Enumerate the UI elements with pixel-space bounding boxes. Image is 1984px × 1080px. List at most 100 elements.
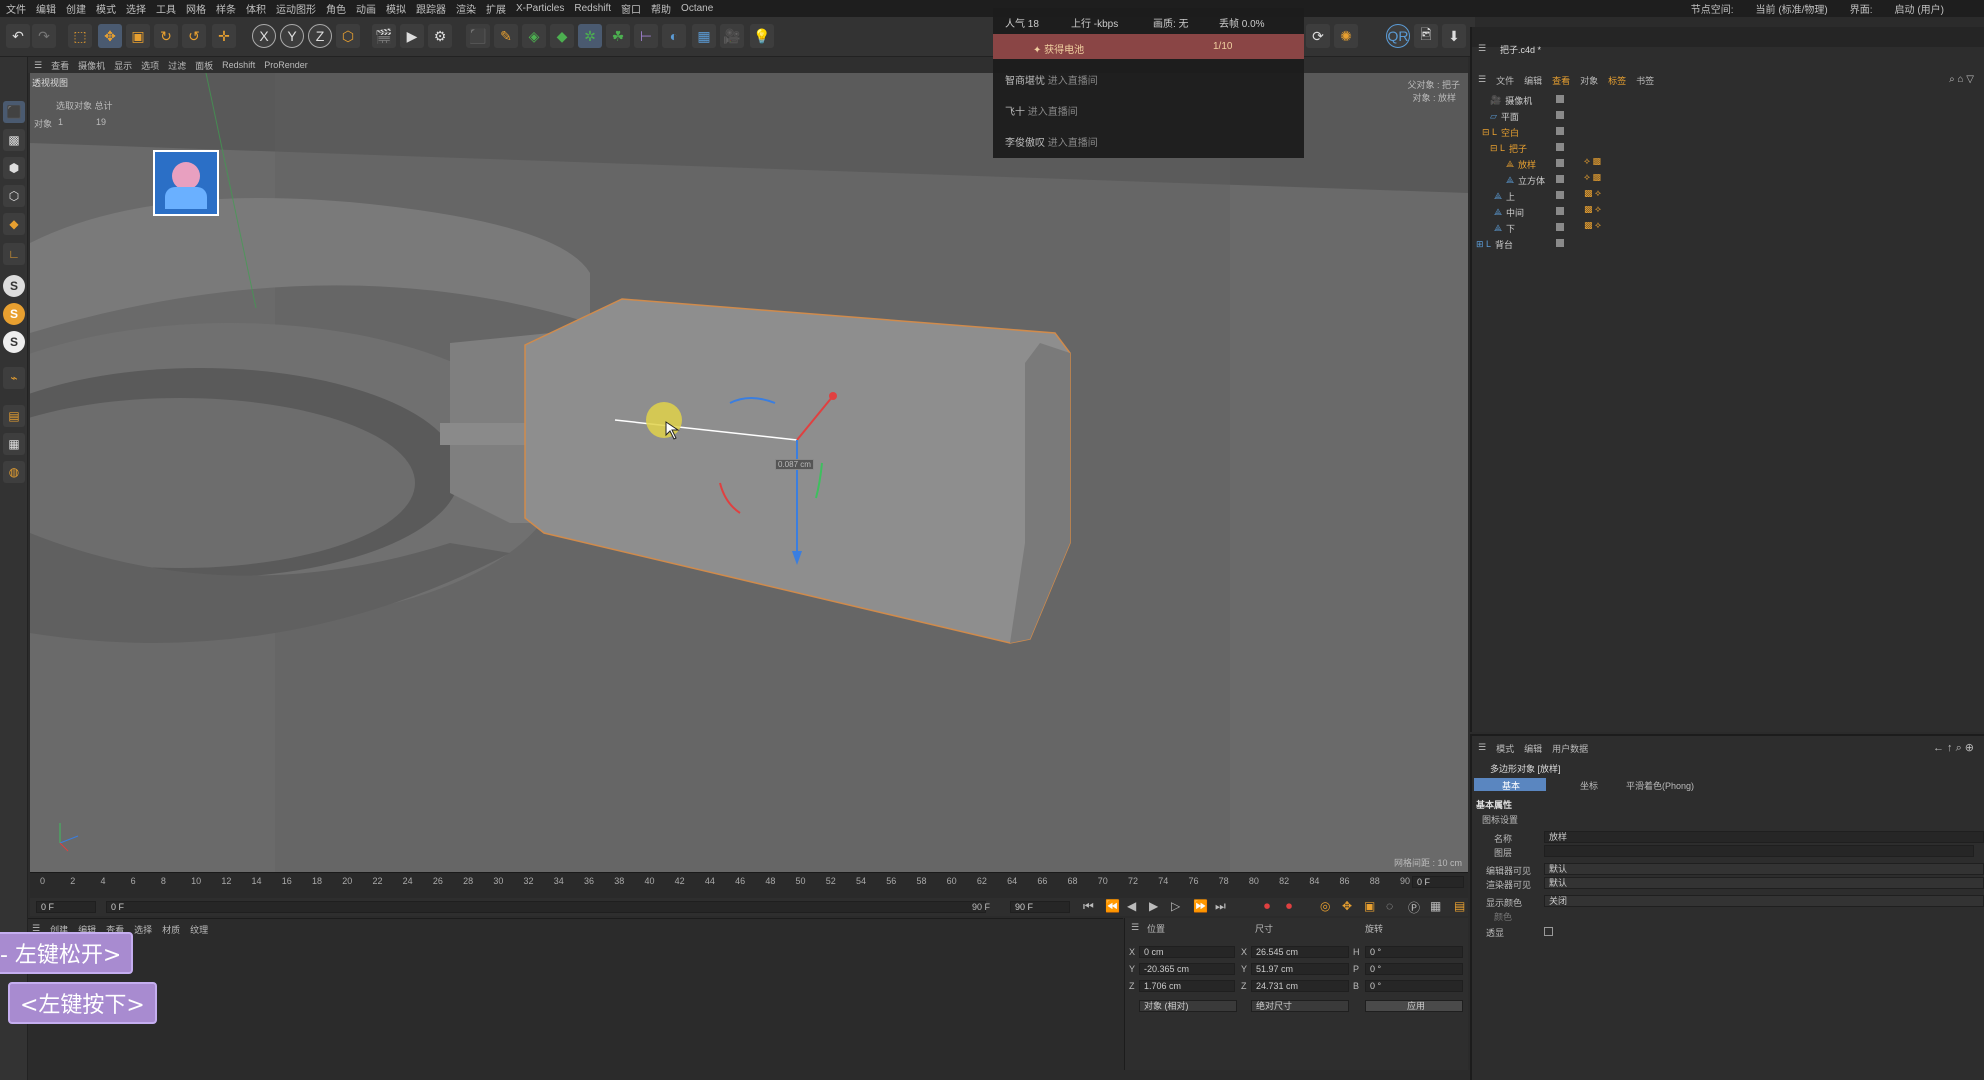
menu-item-simulate[interactable]: 模拟: [386, 1, 406, 16]
menu-item-tools[interactable]: 工具: [156, 1, 176, 16]
prev-key-icon[interactable]: ⏪: [1105, 899, 1120, 913]
render-view-icon[interactable]: ▶: [400, 24, 424, 48]
position-y-field[interactable]: -20.365 cm: [1139, 963, 1235, 975]
visibility-toggle[interactable]: [1556, 191, 1564, 199]
viewport-menu-camera[interactable]: 摄像机: [78, 59, 105, 72]
render-settings-icon[interactable]: ⚙: [428, 24, 452, 48]
menu-item-tracker[interactable]: 跟踪器: [416, 1, 446, 16]
viewport-menu-redshift[interactable]: Redshift: [222, 60, 255, 70]
size-z-field[interactable]: 24.731 cm: [1251, 980, 1349, 992]
light-icon[interactable]: 💡: [750, 24, 774, 48]
end-frame-field[interactable]: 90 F: [1010, 901, 1070, 913]
attr-tab-mode[interactable]: 模式: [1496, 742, 1514, 755]
camera-icon[interactable]: 🎥: [720, 24, 744, 48]
solo-icon[interactable]: S: [3, 275, 25, 297]
apply-button[interactable]: 应用: [1365, 1000, 1463, 1012]
generator-icon[interactable]: ◆: [550, 24, 574, 48]
pen-icon[interactable]: ✎: [494, 24, 518, 48]
effector-icon[interactable]: ◐: [662, 24, 686, 48]
keyframe-selection-icon[interactable]: ◎: [1320, 899, 1330, 913]
tree-item-top[interactable]: ⟁ 上: [1494, 189, 1515, 203]
polygon-mode-icon[interactable]: ◆: [3, 213, 25, 235]
perspective-viewport[interactable]: 透视视图 选取对象 总计 对象 1 19 父对象 : 把子 对象 : 放样 0.…: [30, 73, 1468, 872]
viewport-menu-panel[interactable]: 面板: [195, 59, 213, 72]
magnet-icon[interactable]: ⌁: [3, 367, 25, 389]
subdivision-icon[interactable]: ◈: [522, 24, 546, 48]
texture-mode-icon[interactable]: ▩: [3, 129, 25, 151]
axis-mode-icon[interactable]: ∟: [3, 243, 25, 265]
menu-item-animate[interactable]: 动画: [356, 1, 376, 16]
qr-icon[interactable]: QR: [1386, 24, 1410, 48]
visibility-toggle[interactable]: [1556, 127, 1564, 135]
display-color-select[interactable]: 关闭: [1544, 895, 1984, 907]
hamburger-icon[interactable]: ☰: [1478, 43, 1486, 54]
menu-item-mesh[interactable]: 网格: [186, 1, 206, 16]
objmgr-tab-bookmark[interactable]: 书签: [1636, 74, 1654, 87]
create-tool-icon[interactable]: ✛: [212, 24, 236, 48]
transparent-checkbox[interactable]: [1544, 927, 1553, 936]
nav-arrows-icon[interactable]: ← ↑ ⌕ ⊕: [1933, 741, 1974, 755]
menu-item-volume[interactable]: 体积: [246, 1, 266, 16]
move-tool-icon[interactable]: ✥: [98, 24, 122, 48]
hamburger-icon[interactable]: ☰: [1478, 742, 1486, 755]
layer-field[interactable]: [1544, 845, 1974, 857]
tree-item-camera[interactable]: 🎥 摄像机: [1490, 93, 1532, 107]
icon-settings-toggle[interactable]: 图标设置: [1482, 813, 1518, 826]
objmgr-tab-edit[interactable]: 编辑: [1524, 74, 1542, 87]
redo-icon[interactable]: ↷: [32, 24, 56, 48]
point-mode-icon[interactable]: ⬢: [3, 157, 25, 179]
menu-item-edit[interactable]: 编辑: [36, 1, 56, 16]
redshift-refresh-icon[interactable]: ⟳: [1306, 24, 1330, 48]
menu-item-file[interactable]: 文件: [6, 1, 26, 16]
tree-item-plane[interactable]: ▱ 平面: [1490, 109, 1519, 123]
tree-item-bottom[interactable]: ⟁ 下: [1494, 221, 1515, 235]
mat-tab-material[interactable]: 材质: [162, 923, 180, 936]
hamburger-icon[interactable]: ☰: [1131, 922, 1139, 933]
frame-range-slider[interactable]: 0 F: [106, 901, 986, 913]
start-frame-field[interactable]: 0 F: [36, 901, 96, 913]
tree-item-handle[interactable]: ⊟ L 把子: [1490, 141, 1527, 155]
param-key-icon[interactable]: Ⓟ: [1408, 899, 1420, 916]
position-z-field[interactable]: 1.706 cm: [1139, 980, 1235, 992]
name-field[interactable]: 放样: [1544, 831, 1984, 843]
visibility-toggle[interactable]: [1556, 175, 1564, 183]
menu-item-extensions[interactable]: 扩展: [486, 1, 506, 16]
battery-label[interactable]: ✦ 获得电池: [1033, 41, 1084, 56]
tree-item-middle[interactable]: ⟁ 中间: [1494, 205, 1524, 219]
hamburger-icon[interactable]: ☰: [1478, 74, 1486, 87]
pla-key-icon[interactable]: ▦: [1430, 899, 1441, 913]
rotation-h-field[interactable]: 0 °: [1365, 946, 1463, 958]
select-tool-icon[interactable]: ⬚: [68, 24, 92, 48]
size-x-field[interactable]: 26.545 cm: [1251, 946, 1349, 958]
next-key-icon[interactable]: ⏩: [1193, 899, 1208, 913]
menu-item-render[interactable]: 渲染: [456, 1, 476, 16]
next-frame-icon[interactable]: ▷: [1171, 899, 1180, 913]
viewport-menu-display[interactable]: 显示: [114, 59, 132, 72]
attr-subtab-phong[interactable]: 平滑着色(Phong): [1626, 779, 1694, 792]
solo-hierarchy-icon[interactable]: S: [3, 303, 25, 325]
x-axis-icon[interactable]: X: [252, 24, 276, 48]
tree-item-loft[interactable]: ⟁ 放样: [1506, 157, 1536, 171]
viewport-menu-options[interactable]: 选项: [141, 59, 159, 72]
mat-tab-texture[interactable]: 纹理: [190, 923, 208, 936]
menu-item-xparticles[interactable]: X-Particles: [516, 3, 564, 14]
editor-visible-select[interactable]: 默认: [1544, 863, 1984, 875]
search-icon[interactable]: ⌕ ⌂ ▽: [1949, 74, 1974, 85]
coord-mode-select[interactable]: 对象 (相对): [1139, 1000, 1237, 1012]
objmgr-tab-view[interactable]: 查看: [1552, 74, 1570, 87]
node-space-select[interactable]: 当前 (标准/物理): [1756, 1, 1828, 16]
snap-icon[interactable]: ✺: [1334, 24, 1358, 48]
menu-item-redshift[interactable]: Redshift: [574, 3, 611, 14]
scale-tool-icon[interactable]: ▣: [126, 24, 150, 48]
current-frame-field[interactable]: 0 F: [1412, 876, 1464, 888]
undo-icon[interactable]: ↶: [6, 24, 30, 48]
play-icon[interactable]: ▶: [1149, 899, 1158, 913]
position-x-field[interactable]: 0 cm: [1139, 946, 1235, 958]
size-mode-select[interactable]: 绝对尺寸: [1251, 1000, 1349, 1012]
edge-mode-icon[interactable]: ⬡: [3, 185, 25, 207]
rotation-p-field[interactable]: 0 °: [1365, 963, 1463, 975]
attr-subtab-basic[interactable]: 基本: [1502, 779, 1520, 792]
layout-select[interactable]: 启动 (用户): [1895, 1, 1944, 16]
record-icon[interactable]: ⏺: [1264, 899, 1270, 914]
visibility-toggle[interactable]: [1556, 223, 1564, 231]
